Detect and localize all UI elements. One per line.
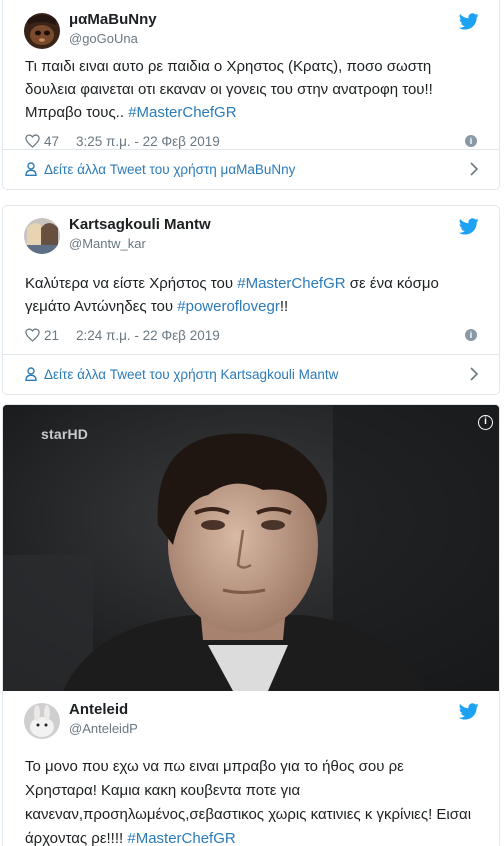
- avatar[interactable]: [24, 703, 60, 739]
- tweet-text-content: Το μονο που εχω να πω ειναι μπραβο για τ…: [25, 758, 472, 846]
- channel-watermark: starHD: [41, 426, 89, 442]
- video-still: [3, 405, 499, 691]
- tweet-header: Kartsagkouli Mantw @Mantw_kar: [3, 206, 499, 260]
- chevron-right-icon[interactable]: [469, 162, 479, 176]
- like-count[interactable]: 47: [44, 134, 59, 149]
- more-tweets-label[interactable]: Δείτε άλλα Tweet του χρήστη μαMaBuNny: [44, 162, 295, 177]
- tweet-meta: 21 2:24 π.μ. - 22 Φεβ 2019 i: [3, 326, 499, 348]
- tweet-header: μαMaBuNny @goGoUna: [3, 1, 499, 55]
- hashtag-link[interactable]: #MasterChefGR: [127, 830, 235, 846]
- info-icon[interactable]: i: [465, 329, 477, 341]
- tweet-text: Το μονο που εχω να πω ειναι μπραβο για τ…: [3, 755, 499, 846]
- twitter-bird-icon[interactable]: [459, 703, 479, 720]
- tweet-text-content: !!: [279, 298, 289, 315]
- user-handle[interactable]: @Mantw_kar: [69, 236, 146, 251]
- timestamp[interactable]: 3:25 π.μ. - 22 Φεβ 2019: [76, 134, 220, 149]
- like-count[interactable]: 21: [44, 328, 59, 343]
- display-name[interactable]: Kartsagkouli Mantw: [69, 216, 211, 233]
- avatar[interactable]: [24, 218, 60, 254]
- tweet-media-image[interactable]: starHD i: [3, 405, 499, 691]
- more-tweets-link[interactable]: Δείτε άλλα Tweet του χρήστη Kartsagkouli…: [3, 354, 499, 394]
- info-icon[interactable]: i: [465, 135, 477, 147]
- tweet-header: Anteleid @AnteleidP: [3, 691, 499, 745]
- user-handle[interactable]: @AnteleidP: [69, 721, 138, 736]
- twitter-bird-icon[interactable]: [459, 218, 479, 235]
- display-name[interactable]: μαMaBuNny: [69, 11, 157, 28]
- tweet-card-3: starHD i Anteleid @AnteleidP Το μονο που…: [2, 404, 500, 846]
- tweet-card-1: μαMaBuNny @goGoUna Τι παιδι ειναι αυτο ρ…: [2, 0, 500, 190]
- avatar[interactable]: [24, 13, 60, 49]
- tweet-text-content: Καλύτερα να είστε Χρήστος του: [25, 275, 238, 292]
- hashtag-link[interactable]: #MasterChefGR: [237, 275, 345, 292]
- more-tweets-link[interactable]: Δείτε άλλα Tweet του χρήστη μαMaBuNny: [3, 149, 499, 189]
- tweet-card-2: Kartsagkouli Mantw @Mantw_kar Καλύτερα ν…: [2, 205, 500, 395]
- heart-icon[interactable]: [25, 134, 40, 148]
- twitter-bird-icon[interactable]: [459, 13, 479, 30]
- more-tweets-label[interactable]: Δείτε άλλα Tweet του χρήστη Kartsagkouli…: [44, 367, 338, 382]
- tweet-text: Τι παιδι ειναι αυτο ρε παιδια ο Χρηστος …: [3, 55, 499, 124]
- tweet-text: Καλύτερα να είστε Χρήστος του #MasterChe…: [3, 272, 499, 318]
- hashtag-link[interactable]: #poweroflovegr: [177, 298, 280, 315]
- chevron-right-icon[interactable]: [469, 367, 479, 381]
- info-icon[interactable]: i: [478, 415, 493, 430]
- display-name[interactable]: Anteleid: [69, 701, 128, 718]
- person-icon: [25, 162, 37, 176]
- hashtag-link[interactable]: #MasterChefGR: [128, 104, 236, 121]
- timestamp[interactable]: 2:24 π.μ. - 22 Φεβ 2019: [76, 328, 220, 343]
- user-handle[interactable]: @goGoUna: [69, 31, 138, 46]
- person-icon: [25, 367, 37, 381]
- heart-icon[interactable]: [25, 328, 40, 342]
